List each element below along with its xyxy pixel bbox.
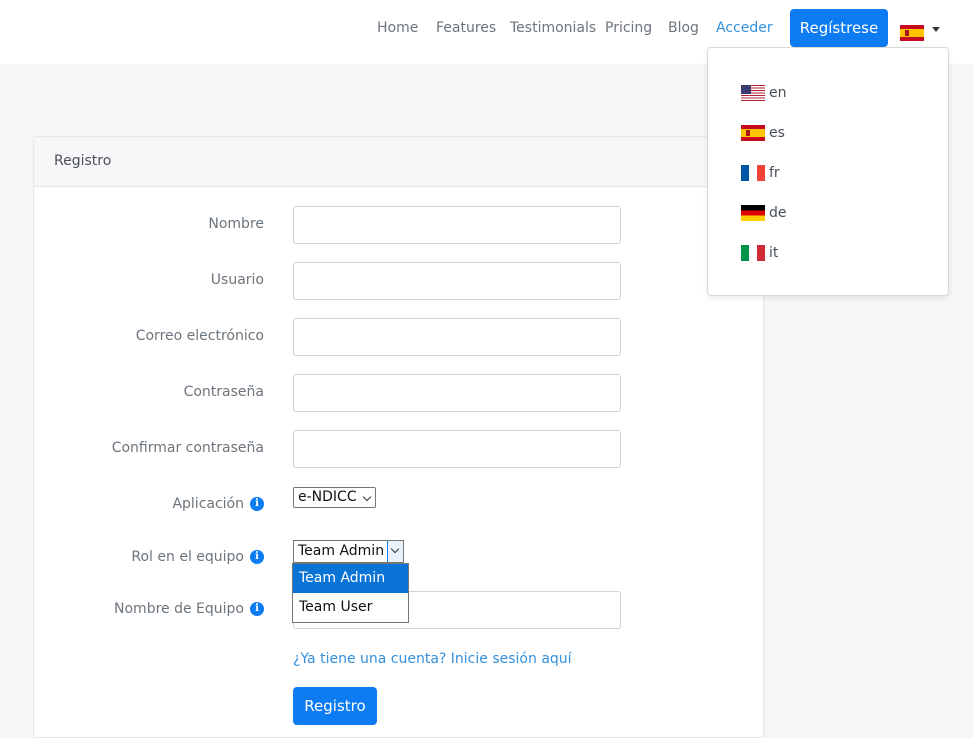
application-select[interactable]: e-NDICC — [293, 487, 376, 508]
team-role-label: Rol en el equipo i — [131, 549, 264, 565]
team-role-label-text: Rol en el equipo — [131, 549, 244, 565]
chevron-down-icon — [362, 492, 372, 502]
confirm-password-label: Confirmar contraseña — [111, 440, 264, 456]
nav-link-testimonials[interactable]: Testimonials — [510, 20, 596, 36]
email-label: Correo electrónico — [135, 328, 264, 344]
register-submit-button[interactable]: Registro — [293, 687, 377, 725]
us-flag-icon — [741, 85, 765, 101]
team-name-label-text: Nombre de Equipo — [114, 601, 244, 617]
password-input[interactable] — [293, 374, 621, 412]
nav-link-pricing[interactable]: Pricing — [605, 20, 652, 36]
team-role-options: Team Admin Team User — [292, 563, 409, 623]
lang-label: en — [769, 85, 787, 101]
card-header: Registro — [34, 137, 763, 187]
lang-item-es[interactable]: es — [741, 123, 785, 143]
name-input[interactable] — [293, 206, 621, 244]
application-label: Aplicación i — [172, 496, 264, 512]
es-flag-icon — [900, 24, 924, 41]
lang-item-fr[interactable]: fr — [741, 163, 780, 183]
lang-item-en[interactable]: en — [741, 83, 787, 103]
email-input[interactable] — [293, 318, 621, 356]
nav-link-features[interactable]: Features — [436, 20, 496, 36]
username-label: Usuario — [210, 272, 264, 288]
fr-flag-icon — [741, 165, 765, 181]
nav-link-home[interactable]: Home — [377, 20, 418, 36]
role-option-team-user[interactable]: Team User — [293, 593, 408, 622]
application-select-value: e-NDICC — [298, 489, 357, 505]
team-name-label: Nombre de Equipo i — [114, 601, 264, 617]
card-title: Registro — [54, 153, 112, 169]
lang-item-it[interactable]: it — [741, 243, 778, 263]
role-option-team-admin[interactable]: Team Admin — [293, 564, 408, 593]
username-input[interactable] — [293, 262, 621, 300]
lang-label: it — [769, 245, 779, 261]
chevron-down-icon — [390, 544, 400, 554]
it-flag-icon — [741, 245, 765, 261]
info-icon[interactable]: i — [250, 497, 264, 511]
password-label: Contraseña — [183, 384, 264, 400]
language-dropdown-toggle[interactable] — [900, 22, 942, 41]
application-label-text: Aplicación — [172, 496, 244, 512]
nav-link-blog[interactable]: Blog — [668, 20, 699, 36]
info-icon[interactable]: i — [250, 602, 264, 616]
es-flag-icon — [741, 125, 765, 141]
nav-link-login[interactable]: Acceder — [716, 20, 773, 36]
lang-label: de — [769, 205, 787, 221]
signup-button[interactable]: Regístrese — [790, 9, 888, 47]
login-link[interactable]: ¿Ya tiene una cuenta? Inicie sesión aquí — [293, 651, 572, 667]
name-label: Nombre — [208, 216, 264, 232]
de-flag-icon — [741, 205, 765, 221]
team-role-select-value: Team Admin — [298, 543, 385, 559]
caret-down-icon — [932, 27, 940, 32]
lang-label: fr — [769, 165, 780, 181]
info-icon[interactable]: i — [250, 550, 264, 564]
confirm-password-input[interactable] — [293, 430, 621, 468]
select-arrow-box — [387, 541, 403, 562]
lang-item-de[interactable]: de — [741, 203, 787, 223]
team-role-select[interactable]: Team Admin — [293, 540, 404, 563]
language-menu: en es fr de it — [707, 47, 949, 296]
lang-label: es — [769, 125, 785, 141]
